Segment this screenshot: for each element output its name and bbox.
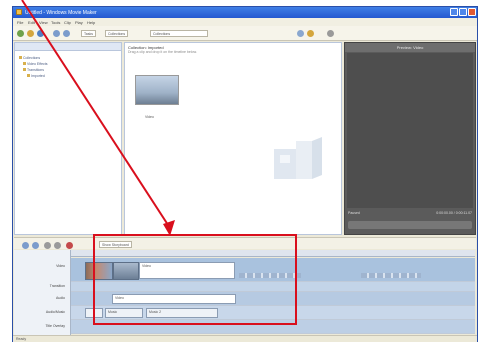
main-toolbar: Tasks Collections Collections (13, 26, 477, 41)
collection-pane: Collection: Imported Drag a clip and dro… (124, 42, 342, 235)
up-folder-icon[interactable] (297, 30, 304, 37)
undo-icon[interactable] (53, 30, 60, 37)
tree-item-transitions[interactable]: Transitions (23, 68, 44, 72)
maximize-button[interactable] (459, 8, 467, 16)
preview-screen (347, 53, 473, 208)
collections-button[interactable]: Collections (105, 30, 129, 37)
status-text: Ready (16, 337, 27, 341)
tree-item-imported[interactable]: Imported (27, 74, 45, 78)
new-project-icon[interactable] (17, 30, 24, 37)
folder-icon (19, 56, 22, 59)
menu-view[interactable]: View (39, 20, 48, 25)
menu-help[interactable]: Help (87, 20, 95, 25)
redo-icon[interactable] (63, 30, 70, 37)
preview-monitor: Preview: Video Paused 0:00:00.00 / 0:00:… (344, 42, 476, 235)
zoom-in-icon[interactable] (22, 242, 29, 249)
new-folder-icon[interactable] (307, 30, 314, 37)
tasks-pane: Collections Video Effects Transitions Im… (14, 42, 122, 235)
menu-tools[interactable]: Tools (51, 20, 60, 25)
preview-title: Preview: Video (345, 43, 475, 52)
video-clip-label: Video (145, 115, 154, 119)
rewind-icon[interactable] (44, 242, 51, 249)
track-labels: Video Transition Audio Audio/Music Title… (14, 250, 71, 336)
track-label-audio: Audio (56, 296, 65, 300)
seek-bar[interactable] (348, 221, 472, 229)
tree-item-video-effects[interactable]: Video Effects (23, 62, 48, 66)
tree-item-collections[interactable]: Collections (19, 56, 40, 60)
open-project-icon[interactable] (27, 30, 34, 37)
views-icon[interactable] (327, 30, 334, 37)
collection-select[interactable]: Collections (150, 30, 208, 37)
title-bar: Untitled - Windows Movie Maker (13, 7, 477, 18)
movie-maker-watermark-icon (274, 137, 322, 179)
zoom-out-icon[interactable] (32, 242, 39, 249)
folder-icon (23, 62, 26, 65)
track-label-music: Audio/Music (45, 310, 65, 314)
menu-edit[interactable]: Edit (28, 20, 35, 25)
track-label-title-overlay: Title Overlay (45, 324, 65, 328)
playback-status: Paused (348, 211, 360, 215)
video-clip-thumbnail[interactable] (135, 75, 179, 105)
track-label-transition: Transition (49, 284, 65, 288)
track-label-video: Video (56, 264, 65, 268)
playback-time: 0:00:00.00 / 0:00:11.07 (436, 211, 472, 215)
collection-subheading: Drag a clip and drop it on the timeline … (128, 50, 197, 54)
status-bar: Ready (13, 335, 477, 342)
folder-icon (23, 68, 26, 71)
video-track-segment (361, 273, 421, 278)
annotation-highlight-box (93, 234, 297, 325)
menu-file[interactable]: File (17, 20, 23, 25)
minimize-button[interactable] (450, 8, 458, 16)
menu-bar: File Edit View Tools Clip Play Help (13, 18, 477, 26)
window-title: Untitled - Windows Movie Maker (25, 10, 97, 16)
menu-clip[interactable]: Clip (64, 20, 71, 25)
close-button[interactable] (468, 8, 476, 16)
tasks-pane-header (15, 43, 121, 51)
play-timeline-icon[interactable] (54, 242, 61, 249)
menu-play[interactable]: Play (75, 20, 83, 25)
folder-icon (27, 74, 30, 77)
save-project-icon[interactable] (37, 30, 44, 37)
tasks-button[interactable]: Tasks (81, 30, 96, 37)
app-icon (16, 9, 22, 15)
narrate-icon[interactable] (66, 242, 73, 249)
